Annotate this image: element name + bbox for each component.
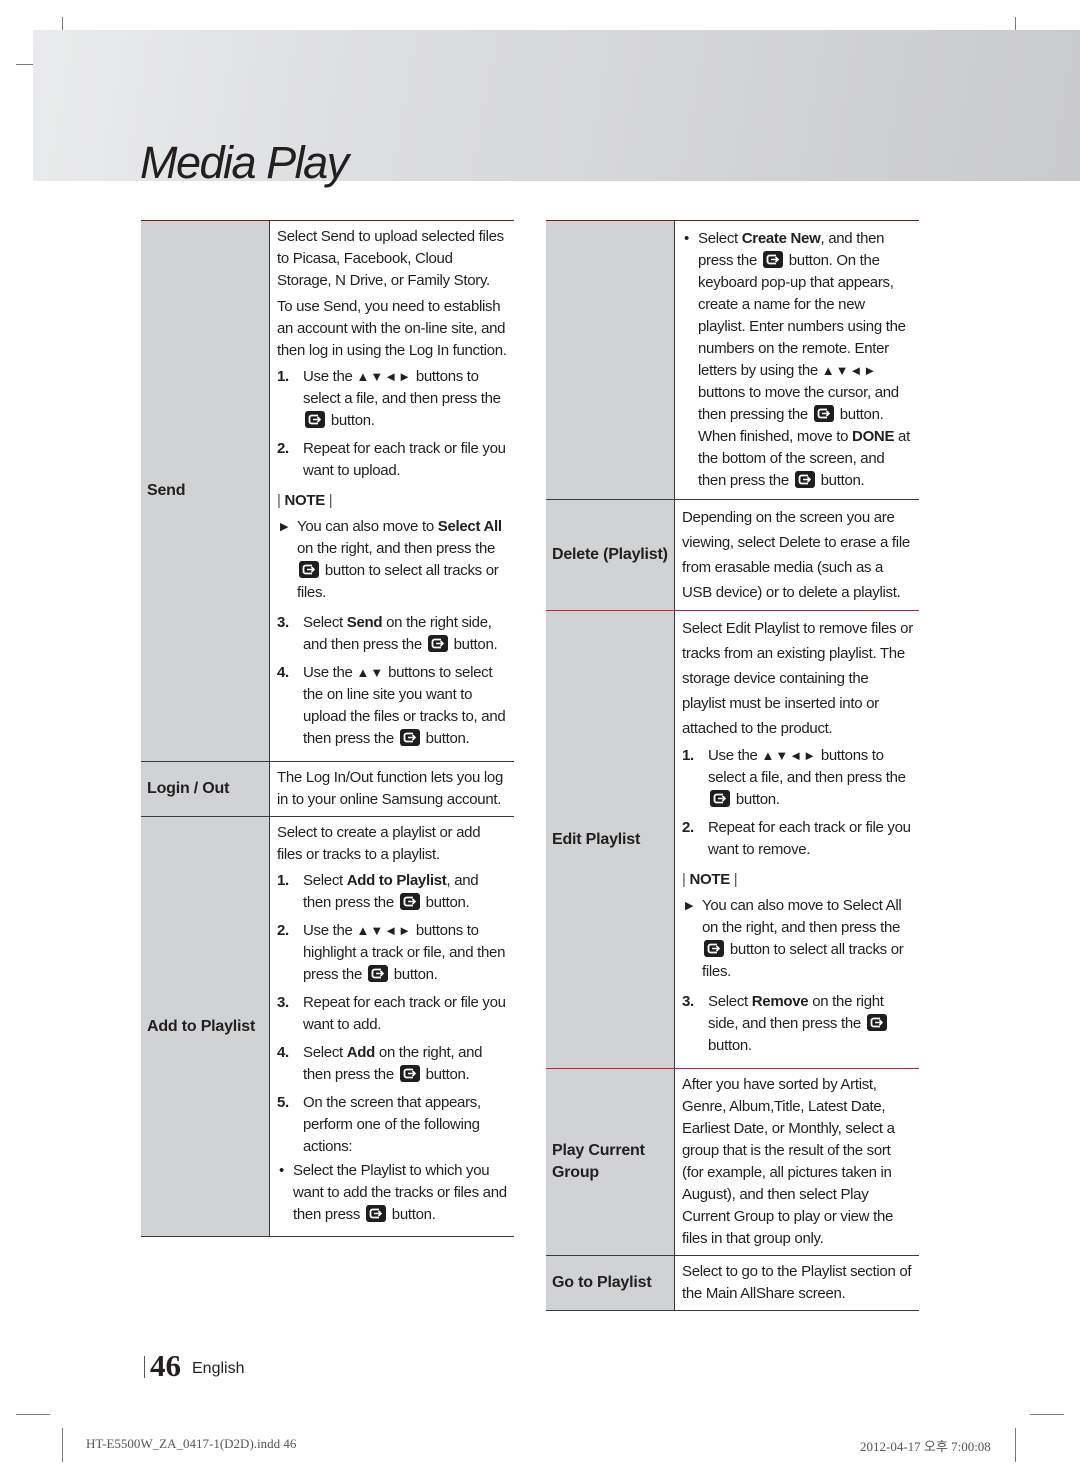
enter-button-icon: [762, 251, 783, 268]
print-slug-date: 2012-04-17 오후 7:00:08: [860, 1439, 991, 1454]
enter-button-icon: [427, 635, 448, 652]
bullet-item: • Select Create New, and then press the b…: [684, 230, 910, 489]
row-description: Select to go to the Playlist section of …: [674, 1255, 919, 1311]
row-description: Select to create a playlist or add files…: [269, 816, 514, 1237]
row-label: Go to Playlist: [546, 1255, 675, 1311]
enter-button-icon: [813, 405, 834, 422]
row-label: Play Current Group: [546, 1068, 675, 1256]
triangle-bullet-icon: ▶: [685, 900, 694, 912]
triangle-bullet-icon: ▶: [280, 521, 289, 533]
step: 3. Select Send on the right side, and the…: [277, 614, 498, 653]
table-row-go-to-playlist: Go to Playlist Select to go to the Playl…: [546, 1255, 919, 1311]
enter-button-icon: [399, 729, 420, 746]
step: 1. Use the ▲▼◄► buttons to select a file,…: [277, 368, 501, 429]
row-label: Add to Playlist: [141, 816, 270, 1237]
row-description: • Select Create New, and then press the b…: [674, 220, 919, 500]
row-description: Select Edit Playlist to remove files or …: [674, 610, 919, 1069]
enter-button-icon: [704, 940, 724, 957]
crop-mark: [1015, 1428, 1016, 1462]
row-label: Login / Out: [141, 761, 270, 817]
table-row-edit-playlist: Edit Playlist Select Edit Playlist to re…: [546, 610, 919, 1069]
direction-arrows-icon: ▲▼◄►: [761, 748, 817, 763]
table-row-delete-playlist: Delete (Playlist) Depending on the scree…: [546, 499, 919, 611]
enter-button-icon: [367, 965, 388, 982]
step: 1. Select Add to Playlist, and then press…: [277, 872, 479, 911]
row-description: Select Send to upload selected files to …: [269, 220, 514, 762]
enter-button-icon: [365, 1205, 386, 1222]
step: 2. Use the ▲▼◄► buttons to highlight a tr…: [277, 922, 506, 983]
step: 3. Select Remove on the right side, and t…: [682, 991, 913, 1057]
direction-arrows-icon: ▲▼◄►: [821, 363, 878, 378]
crop-mark: [1030, 1414, 1064, 1415]
table-row-play-current-group: Play Current Group After you have sorted…: [546, 1068, 919, 1256]
note-heading: | NOTE |: [277, 492, 333, 509]
note-item: ▶ You can also move to Select All on the …: [280, 518, 502, 601]
note-item: ▶ You can also move to Select All on the …: [685, 897, 904, 980]
enter-button-icon: [399, 893, 420, 910]
table-row-add-to-playlist: Add to Playlist Select to create a playl…: [141, 816, 514, 1237]
page-title: Media Play: [140, 137, 349, 188]
enter-button-icon: [710, 790, 730, 807]
enter-button-icon: [299, 561, 319, 578]
step: 2. Repeat for each track or file you want…: [277, 440, 506, 479]
page-number: 46: [150, 1348, 181, 1383]
crop-mark: [16, 1414, 50, 1415]
footer-divider: [144, 1356, 145, 1378]
page-language: English: [192, 1360, 245, 1377]
note-heading: | NOTE |: [682, 871, 738, 888]
row-description: After you have sorted by Artist, Genre, …: [674, 1068, 919, 1256]
step: 3. Repeat for each track or file you want…: [277, 994, 506, 1033]
step: 2. Repeat for each track or file you want…: [682, 819, 911, 858]
table-row-create-new: • Select Create New, and then press the b…: [546, 220, 919, 500]
right-options-table: • Select Create New, and then press the b…: [546, 220, 919, 1311]
row-description: Depending on the screen you are viewing,…: [674, 499, 919, 611]
up-down-arrows-icon: ▲▼: [356, 665, 385, 680]
bullet-item: • Select the Playlist to which you want t…: [279, 1162, 507, 1223]
enter-button-icon: [305, 411, 325, 428]
table-row-send: Send Select Send to upload selected file…: [141, 220, 514, 762]
row-label: Send: [141, 220, 270, 762]
print-slug-file: HT-E5500W_ZA_0417-1(D2D).indd 46: [86, 1436, 297, 1451]
direction-arrows-icon: ▲▼◄►: [356, 923, 412, 938]
enter-button-icon: [866, 1014, 887, 1031]
crop-mark: [62, 1428, 63, 1462]
table-row-login: Login / Out The Log In/Out function lets…: [141, 761, 514, 817]
step: 5. On the screen that appears, perform on…: [277, 1094, 481, 1155]
enter-button-icon: [399, 1065, 420, 1082]
direction-arrows-icon: ▲▼◄►: [356, 369, 412, 384]
left-options-table: Send Select Send to upload selected file…: [141, 220, 514, 1237]
row-label: Edit Playlist: [546, 610, 675, 1069]
enter-button-icon: [794, 471, 815, 488]
row-label: Delete (Playlist): [546, 499, 675, 611]
step: 4. Select Add on the right, and then pres…: [277, 1044, 483, 1083]
step: 4. Use the ▲▼ buttons to select the on li…: [277, 664, 506, 747]
row-description: The Log In/Out function lets you log in …: [269, 761, 514, 817]
step: 1. Use the ▲▼◄► buttons to select a file,…: [682, 747, 906, 808]
